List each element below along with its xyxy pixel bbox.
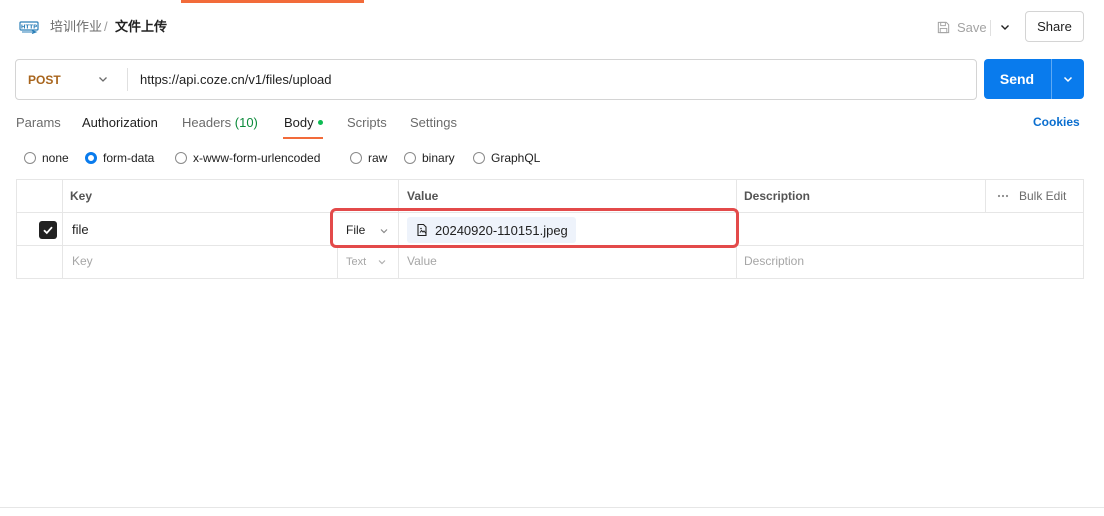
tab-headers[interactable]: Headers (10) <box>182 115 258 131</box>
new-description-input[interactable]: Description <box>744 254 804 268</box>
column-divider <box>337 245 338 278</box>
radio-label: raw <box>368 151 388 165</box>
request-tabs: Params Authorization Headers (10) Body S… <box>0 110 1104 140</box>
active-tab-underline <box>283 137 323 139</box>
tab-scripts[interactable]: Scripts <box>347 115 387 131</box>
column-divider <box>62 180 63 278</box>
header-key: Key <box>70 189 93 203</box>
radio-none[interactable]: none <box>24 151 69 165</box>
annotation-highlight-box <box>330 208 739 248</box>
radio-x-www-form-urlencoded[interactable]: x-www-form-urlencoded <box>175 151 320 165</box>
chevron-down-icon <box>99 77 107 82</box>
active-tab-indicator <box>181 0 364 3</box>
chevron-down-icon <box>1063 76 1073 83</box>
new-type-label: Text <box>346 256 367 268</box>
save-button[interactable]: Save <box>930 12 988 42</box>
column-divider <box>736 245 737 278</box>
radio-circle <box>24 152 36 164</box>
bulk-edit-button[interactable]: Bulk Edit <box>997 189 1066 203</box>
radio-circle <box>473 152 485 164</box>
radio-label: GraphQL <box>491 151 541 165</box>
radio-raw[interactable]: raw <box>350 151 387 165</box>
bulk-edit-label: Bulk Edit <box>1019 189 1067 203</box>
breadcrumb-current[interactable]: 文件上传 <box>115 18 167 36</box>
new-value-input[interactable]: Value <box>407 254 437 268</box>
more-horizontal-icon <box>997 194 1009 198</box>
breadcrumb-separator: / <box>104 19 108 34</box>
new-type-select[interactable]: Text <box>346 256 387 268</box>
radio-circle <box>175 152 187 164</box>
tab-headers-label: Headers <box>182 115 232 130</box>
radio-circle <box>350 152 362 164</box>
column-divider <box>736 180 737 212</box>
radio-label: x-www-form-urlencoded <box>193 151 321 165</box>
method-select[interactable]: POST <box>16 60 127 99</box>
cookies-link[interactable]: Cookies <box>1033 115 1080 129</box>
breadcrumb-parent[interactable]: 培训作业 <box>50 18 102 36</box>
header-description: Description <box>744 189 811 203</box>
body-type-options: none form-data x-www-form-urlencoded raw… <box>0 150 1104 170</box>
save-icon <box>937 21 950 33</box>
tab-body[interactable]: Body <box>284 115 323 131</box>
send-button-group: Send <box>984 59 1084 99</box>
tab-settings[interactable]: Settings <box>410 115 457 131</box>
row-checkbox[interactable] <box>39 221 57 239</box>
url-input[interactable]: https://api.coze.cn/v1/files/upload <box>140 60 332 99</box>
radio-label: form-data <box>103 151 155 165</box>
send-button[interactable]: Send <box>984 59 1050 99</box>
http-icon: HTTP <box>19 21 39 34</box>
radio-graphql[interactable]: GraphQL <box>473 151 540 165</box>
body-indicator-dot <box>317 120 323 126</box>
svg-text:HTTP: HTTP <box>21 25 37 31</box>
radio-label: none <box>42 151 69 165</box>
radio-label: binary <box>422 151 455 165</box>
bottom-divider <box>0 507 1104 508</box>
request-header: HTTP 培训作业 / 文件上传 Save Share <box>0 8 1104 48</box>
check-icon <box>43 226 53 235</box>
column-divider <box>985 180 986 212</box>
header-value: Value <box>407 189 439 203</box>
save-options-button[interactable] <box>993 12 1017 42</box>
tab-params[interactable]: Params <box>16 115 61 131</box>
divider <box>990 20 991 36</box>
row-key-input[interactable]: file <box>72 222 89 237</box>
new-key-input[interactable]: Key <box>72 254 93 268</box>
radio-circle <box>404 152 416 164</box>
chevron-down-icon <box>378 260 386 265</box>
url-bar: POST https://api.coze.cn/v1/files/upload <box>15 59 977 100</box>
radio-binary[interactable]: binary <box>404 151 455 165</box>
divider <box>127 68 128 91</box>
radio-circle-selected <box>85 152 97 164</box>
save-label: Save <box>957 19 987 35</box>
radio-form-data[interactable]: form-data <box>85 151 154 165</box>
tab-authorization[interactable]: Authorization <box>82 115 158 131</box>
share-button[interactable]: Share <box>1025 11 1084 42</box>
headers-count: (10) <box>234 115 258 130</box>
send-options-button[interactable] <box>1052 59 1084 99</box>
chevron-down-icon <box>1001 25 1009 30</box>
method-label: POST <box>28 72 61 87</box>
tab-body-label: Body <box>284 115 314 130</box>
